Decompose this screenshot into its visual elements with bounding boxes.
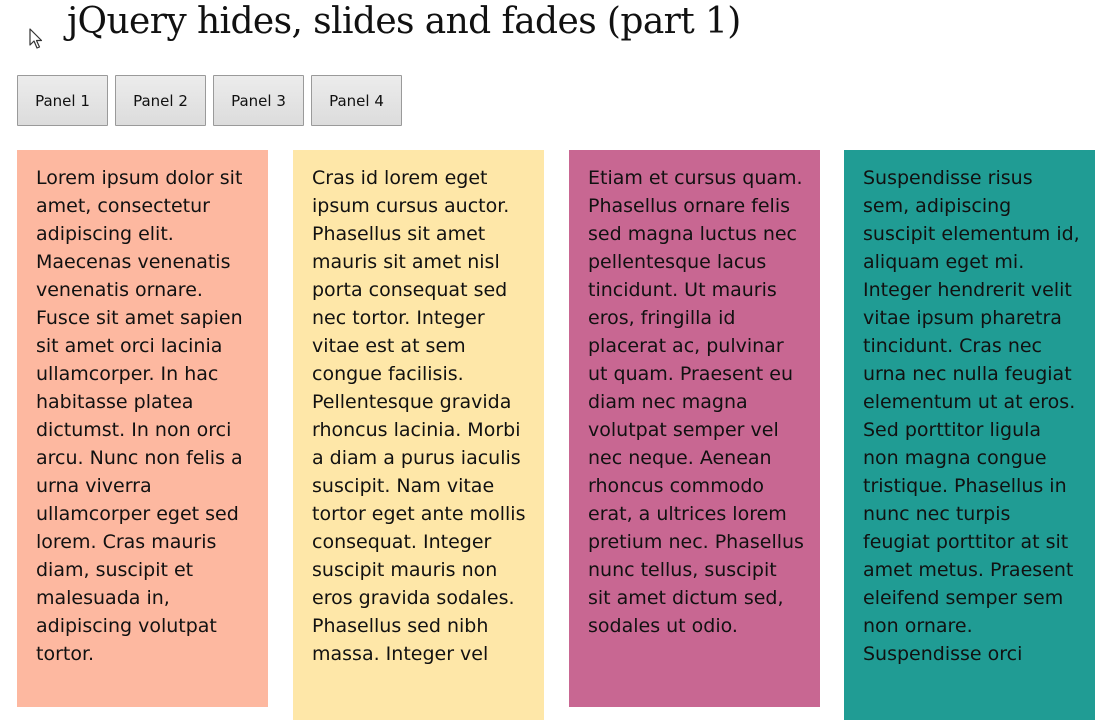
panel-toggle-buttons: Panel 1 Panel 2 Panel 3 Panel 4 bbox=[17, 75, 402, 126]
panel-1-button[interactable]: Panel 1 bbox=[17, 75, 108, 126]
panel-2: Cras id lorem eget ipsum cursus auctor. … bbox=[293, 150, 544, 720]
panel-4-button[interactable]: Panel 4 bbox=[311, 75, 402, 126]
panel-4: Suspendisse risus sem, adipiscing suscip… bbox=[844, 150, 1095, 720]
panel-4-text: Suspendisse risus sem, adipiscing suscip… bbox=[863, 167, 1080, 665]
panel-3-text: Etiam et cursus quam. Phasellus ornare f… bbox=[588, 167, 804, 637]
panel-1-text: Lorem ipsum dolor sit amet, consectetur … bbox=[36, 167, 243, 665]
panel-3-button[interactable]: Panel 3 bbox=[213, 75, 304, 126]
panel-2-text: Cras id lorem eget ipsum cursus auctor. … bbox=[312, 167, 526, 665]
page-title: jQuery hides, slides and fades (part 1) bbox=[67, 1, 741, 42]
panel-1: Lorem ipsum dolor sit amet, consectetur … bbox=[17, 150, 268, 707]
panel-3: Etiam et cursus quam. Phasellus ornare f… bbox=[569, 150, 820, 707]
mouse-pointer-icon bbox=[29, 28, 43, 49]
panel-2-button[interactable]: Panel 2 bbox=[115, 75, 206, 126]
